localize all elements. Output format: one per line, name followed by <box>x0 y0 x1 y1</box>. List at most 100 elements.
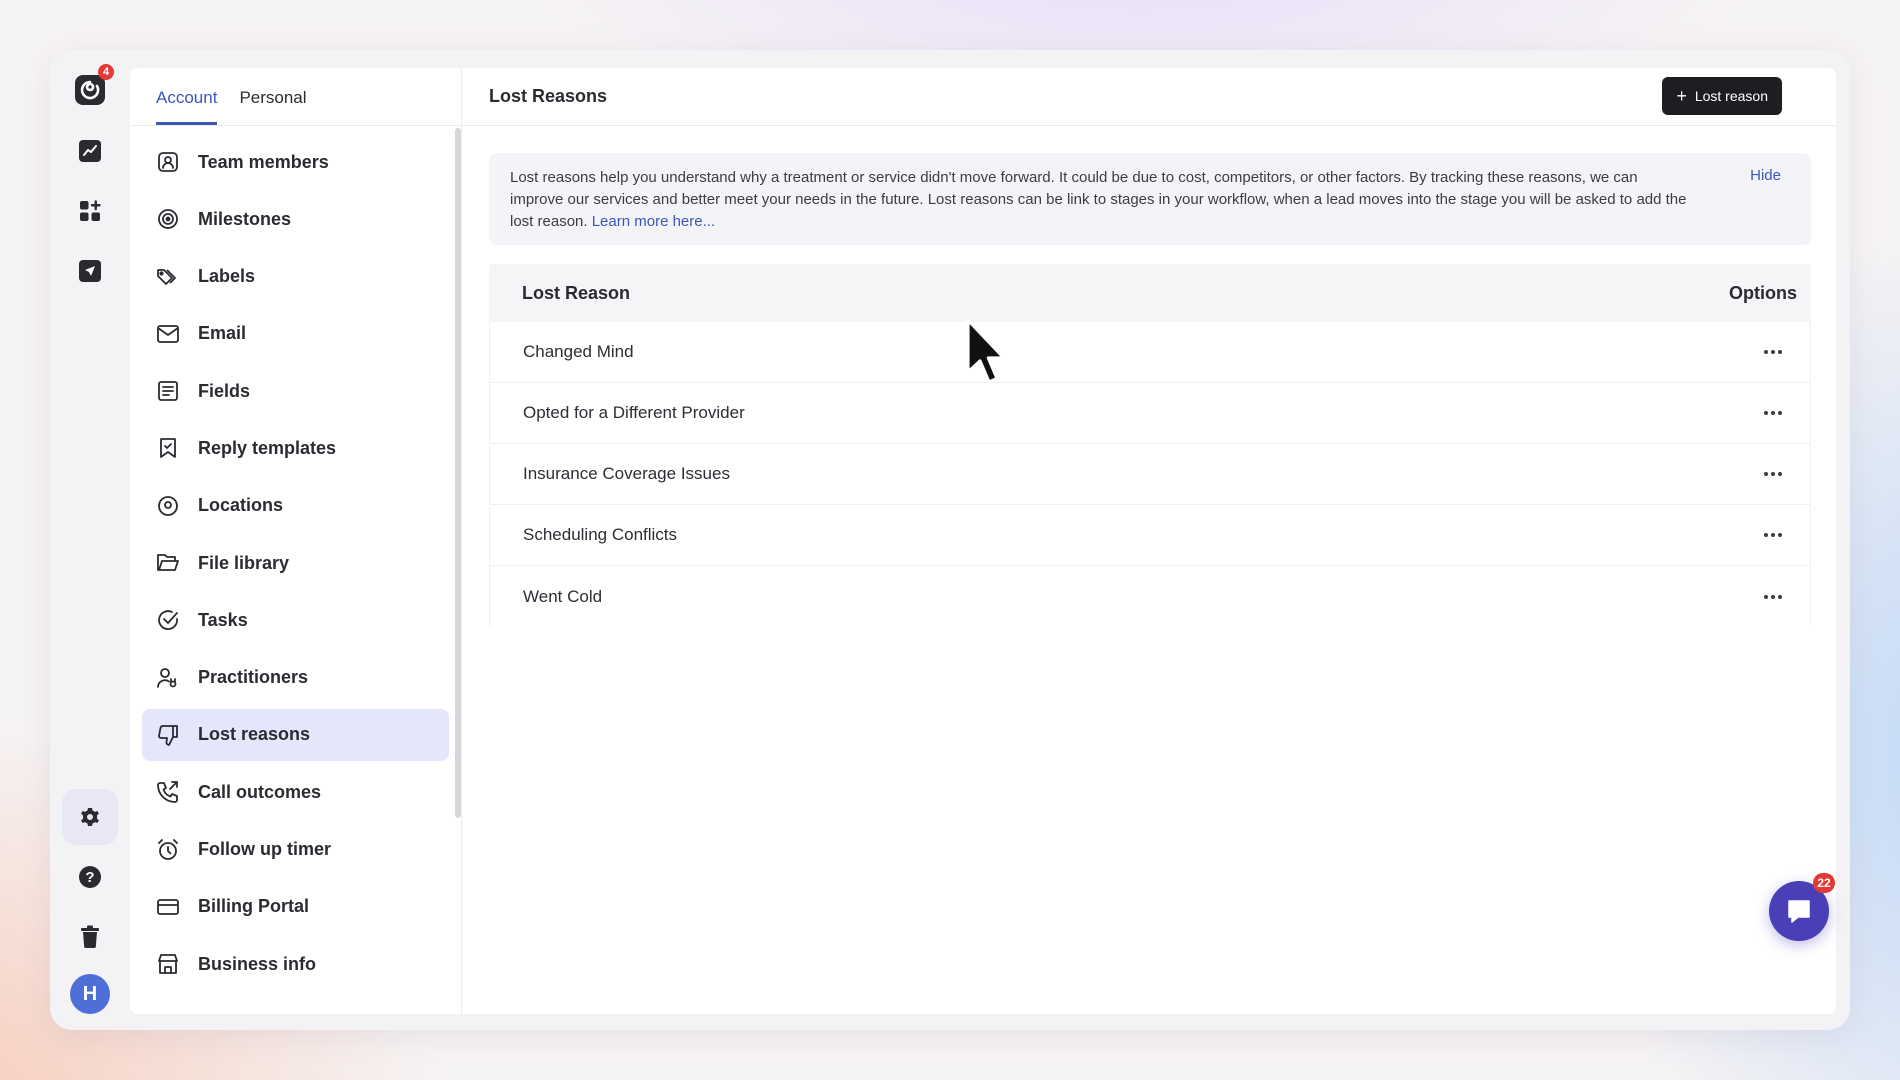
phone-call-icon <box>157 781 178 804</box>
settings-button[interactable] <box>62 789 118 845</box>
sidebar-item-label: Milestones <box>198 208 292 229</box>
lost-reason-name: Changed Mind <box>523 342 634 361</box>
learn-more-link[interactable]: Learn more here... <box>592 213 715 230</box>
mail-icon <box>157 324 179 343</box>
sidebar-item-label: Call outcomes <box>198 781 322 802</box>
send-icon <box>79 260 101 282</box>
sidebar-item-label: Tasks <box>198 609 248 630</box>
chat-widget-button[interactable]: 22 <box>1769 873 1835 941</box>
lost-reason-name: Opted for a Different Provider <box>523 403 745 422</box>
sidebar-item-milestones[interactable]: Milestones <box>142 193 449 245</box>
tab-account[interactable]: Account <box>156 88 218 125</box>
sidebar-item-label: Email <box>198 323 247 344</box>
add-lost-reason-label: Lost reason <box>1694 88 1768 104</box>
lost-reason-name: Insurance Coverage Issues <box>523 464 730 483</box>
sidebar-item-label: Business info <box>198 953 317 974</box>
settings-tabs: Account Personal <box>130 68 461 126</box>
user-avatar-button[interactable]: H <box>62 966 118 1022</box>
user-square-icon <box>158 152 178 172</box>
store-icon <box>158 954 178 975</box>
lost-reasons-table: Lost Reason Options Changed Mind Opted f… <box>489 264 1811 627</box>
table-row: Changed Mind <box>489 322 1811 383</box>
table-row: Opted for a Different Provider <box>489 383 1811 444</box>
table-row: Went Cold <box>489 566 1811 627</box>
add-lost-reason-button[interactable]: + Lost reason <box>1662 77 1782 115</box>
lost-reasons-content: Lost Reasons + Lost reason Lost reasons … <box>463 68 1836 1014</box>
credit-card-icon <box>157 898 179 915</box>
content-header: Lost Reasons + Lost reason <box>463 68 1836 126</box>
apps-button[interactable] <box>62 183 118 239</box>
sidebar-item-label: Team members <box>198 151 329 172</box>
info-banner: Lost reasons help you understand why a t… <box>489 153 1811 245</box>
more-options-icon[interactable] <box>1762 527 1784 543</box>
sidebar-item-reply-templates[interactable]: Reply templates <box>142 422 449 474</box>
lost-reason-name: Went Cold <box>523 586 603 606</box>
settings-sidebar: Account Personal Team members Milestones… <box>130 68 462 1014</box>
trend-chart-icon <box>79 140 101 162</box>
app-rail: 4 ? H <box>50 50 130 1030</box>
more-options-icon[interactable] <box>1762 344 1784 360</box>
grid-plus-icon <box>80 200 101 221</box>
sidebar-item-label: Reply templates <box>198 437 337 458</box>
hide-info-button[interactable]: Hide <box>1750 167 1781 184</box>
analytics-button[interactable] <box>62 123 118 179</box>
bookmark-check-icon <box>160 438 176 459</box>
trash-button[interactable] <box>62 909 118 965</box>
sidebar-item-business-info[interactable]: Business info <box>142 938 449 990</box>
target-icon <box>158 209 178 230</box>
sidebar-item-file-library[interactable]: File library <box>142 537 449 589</box>
svg-text:?: ? <box>85 869 94 886</box>
chat-bubble-icon <box>1788 900 1810 923</box>
sidebar-item-fields[interactable]: Fields <box>142 365 449 417</box>
list-icon <box>158 381 178 402</box>
column-header-options: Options <box>1729 282 1797 303</box>
sidebar-item-label: Billing Portal <box>198 896 310 917</box>
sidebar-item-lost-reasons[interactable]: Lost reasons <box>142 708 449 761</box>
tags-icon <box>157 268 176 285</box>
app-logo-button[interactable]: 4 <box>62 62 118 118</box>
check-circle-icon <box>158 610 178 631</box>
chat-unread-badge: 22 <box>1813 873 1835 893</box>
info-text: Lost reasons help you understand why a t… <box>510 167 1691 233</box>
sidebar-item-practitioners[interactable]: Practitioners <box>142 652 449 704</box>
settings-nav: Team members Milestones Labels Email Fie… <box>130 126 461 990</box>
alarm-clock-icon <box>158 838 178 860</box>
sidebar-item-label: Fields <box>198 380 251 401</box>
sidebar-item-follow-up-timer[interactable]: Follow up timer <box>142 824 449 876</box>
sidebar-item-label: Locations <box>198 495 284 516</box>
column-header-reason: Lost Reason <box>522 282 631 303</box>
more-options-icon[interactable] <box>1762 466 1784 482</box>
sidebar-item-label: Labels <box>198 266 256 287</box>
gear-icon <box>81 808 99 826</box>
thumbs-down-icon <box>158 725 178 746</box>
user-doctor-icon <box>157 667 177 688</box>
sidebar-item-label: File library <box>198 552 290 573</box>
sidebar-scrollbar[interactable] <box>455 128 461 818</box>
table-row: Insurance Coverage Issues <box>489 444 1811 505</box>
plus-icon: + <box>1676 86 1687 106</box>
trash-icon <box>81 925 99 949</box>
avatar: H <box>70 974 110 1014</box>
sidebar-item-label: Practitioners <box>198 667 309 688</box>
sidebar-item-billing-portal[interactable]: Billing Portal <box>142 881 449 933</box>
map-pin-icon <box>158 495 178 516</box>
more-options-icon[interactable] <box>1762 405 1784 421</box>
sidebar-item-email[interactable]: Email <box>142 308 449 360</box>
more-options-icon[interactable] <box>1762 589 1784 605</box>
sidebar-item-team-members[interactable]: Team members <box>142 136 449 188</box>
help-button[interactable]: ? <box>62 849 118 905</box>
notification-badge: 4 <box>98 64 114 80</box>
sidebar-item-tasks[interactable]: Tasks <box>142 594 449 646</box>
sidebar-item-locations[interactable]: Locations <box>142 480 449 532</box>
help-circle-icon: ? <box>79 866 101 888</box>
campaigns-button[interactable] <box>62 243 118 299</box>
table-row: Scheduling Conflicts <box>489 505 1811 566</box>
tab-personal[interactable]: Personal <box>239 88 306 125</box>
lost-reason-name: Scheduling Conflicts <box>523 525 678 544</box>
sidebar-item-label: Follow up timer <box>198 839 331 860</box>
sidebar-item-call-outcomes[interactable]: Call outcomes <box>142 766 449 818</box>
mouse-pointer-icon <box>966 318 1006 384</box>
sidebar-item-labels[interactable]: Labels <box>142 251 449 303</box>
table-header: Lost Reason Options <box>489 264 1811 322</box>
page-title: Lost Reasons <box>489 86 608 106</box>
